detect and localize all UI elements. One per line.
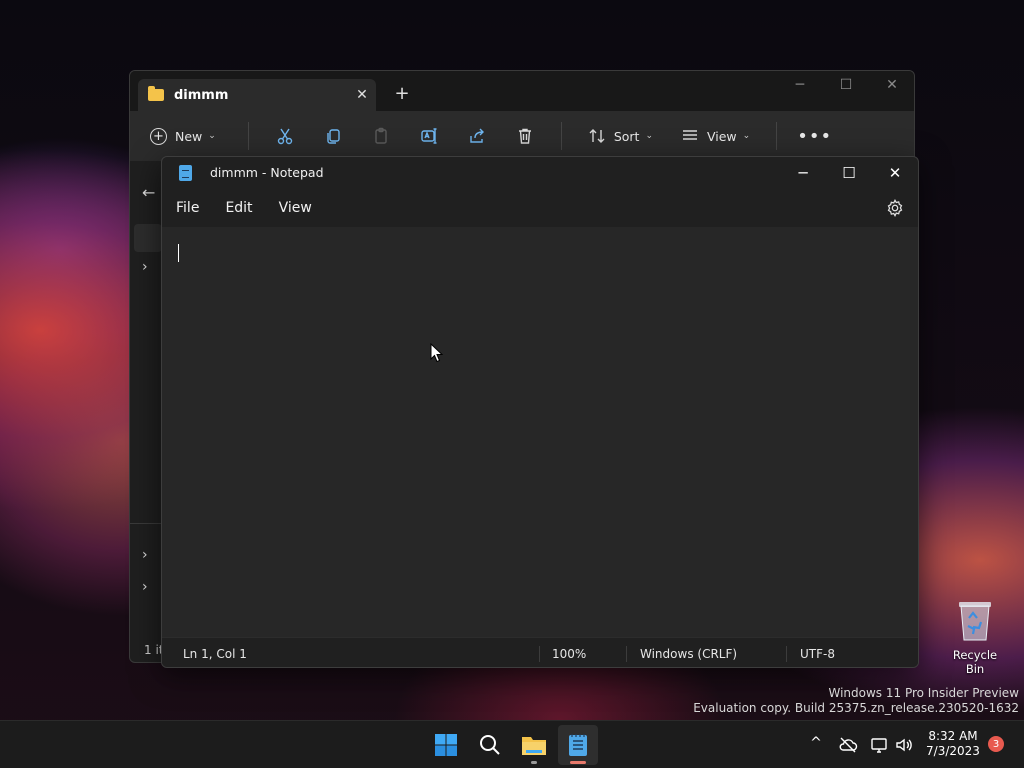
menu-edit[interactable]: Edit <box>217 194 260 222</box>
new-tab-button[interactable]: + <box>392 83 412 104</box>
clock-time: 8:32 AM <box>928 729 978 743</box>
taskbar-notepad[interactable] <box>558 725 598 765</box>
watermark-line-2: Evaluation copy. Build 25375.zn_release.… <box>693 701 1019 715</box>
chevron-right-icon[interactable]: › <box>142 259 148 275</box>
rename-button[interactable] <box>405 127 453 145</box>
start-icon <box>435 734 457 756</box>
taskbar-file-explorer[interactable] <box>514 725 554 765</box>
new-button-label: New <box>175 128 203 144</box>
running-indicator <box>531 761 537 764</box>
explorer-tab-bar: dimmm ✕ + ─ ☐ ✕ <box>130 71 914 111</box>
sort-button-label: Sort <box>613 128 640 144</box>
notepad-window[interactable]: dimmm - Notepad ─ ☐ ✕ File Edit View Ln … <box>161 156 919 668</box>
view-button[interactable]: View ⌄ <box>681 129 750 144</box>
scissors-icon <box>277 128 293 145</box>
tab-close-button[interactable]: ✕ <box>348 87 376 103</box>
text-editor-area[interactable] <box>162 227 918 637</box>
menu-view[interactable]: View <box>271 194 320 222</box>
explorer-maximize-button[interactable]: ☐ <box>834 77 858 93</box>
nav-divider <box>130 523 162 524</box>
taskbar: ^ 8:32 AM 7/3/2023 <box>0 720 1024 768</box>
encoding: UTF-8 <box>800 647 835 661</box>
maximize-button[interactable]: ☐ <box>826 157 872 189</box>
line-ending: Windows (CRLF) <box>640 647 738 661</box>
status-divider <box>539 646 540 662</box>
notepad-caption-buttons: ─ ☐ ✕ <box>780 157 918 189</box>
clipboard-icon <box>375 127 387 144</box>
explorer-tab[interactable]: dimmm ✕ <box>138 79 376 111</box>
copy-button[interactable] <box>309 127 357 145</box>
chevron-down-icon: ⌄ <box>742 131 751 141</box>
share-icon <box>470 128 484 143</box>
recycle-bin-label: Recycle Bin <box>952 648 998 676</box>
text-caret <box>178 244 179 262</box>
rename-icon <box>421 128 437 144</box>
evaluation-watermark: Windows 11 Pro Insider Preview Evaluatio… <box>693 686 1019 716</box>
view-button-label: View <box>706 128 737 144</box>
minimize-button[interactable]: ─ <box>780 157 826 189</box>
settings-gear-icon[interactable] <box>886 199 904 217</box>
start-button[interactable] <box>426 725 466 765</box>
watermark-line-1: Windows 11 Pro Insider Preview <box>828 686 1019 700</box>
new-button[interactable]: + New ⌄ <box>150 127 216 145</box>
chevron-down-icon: ⌄ <box>208 131 216 141</box>
explorer-minimize-button[interactable]: ─ <box>788 77 812 93</box>
explorer-caption-buttons: ─ ☐ ✕ <box>788 77 904 93</box>
cut-button[interactable] <box>261 127 309 145</box>
system-clock[interactable]: 8:32 AM 7/3/2023 <box>920 729 986 759</box>
explorer-nav-pane: ← › › › <box>130 161 162 662</box>
zoom-level: 100% <box>552 647 587 661</box>
network-icon[interactable] <box>870 735 890 755</box>
menu-file[interactable]: File <box>168 194 207 222</box>
chevron-down-icon: ⌄ <box>645 131 653 141</box>
share-button[interactable] <box>453 127 501 145</box>
volume-icon[interactable] <box>894 735 914 755</box>
status-divider <box>626 646 627 662</box>
copy-icon <box>327 129 340 144</box>
cloud-offline-icon[interactable] <box>838 735 858 755</box>
sort-button[interactable]: Sort ⌄ <box>588 128 653 144</box>
toolbar-divider <box>247 122 249 150</box>
mouse-pointer-icon <box>430 343 444 363</box>
folder-icon <box>148 86 164 101</box>
window-title: dimmm - Notepad <box>210 165 324 180</box>
notification-badge[interactable]: 3 <box>988 736 1004 752</box>
close-button[interactable]: ✕ <box>872 157 918 189</box>
notepad-app-icon <box>179 165 192 181</box>
plus-circle-icon: + <box>150 127 167 145</box>
toolbar-divider <box>560 122 562 150</box>
explorer-command-bar: + New ⌄ Sort ⌄ View ⌄ ••• <box>130 111 914 161</box>
explorer-tab-title: dimmm <box>174 87 229 103</box>
chevron-right-icon[interactable]: › <box>142 579 148 595</box>
sort-icon <box>589 129 605 143</box>
active-indicator <box>570 761 586 764</box>
recycle-bin-shortcut[interactable]: Recycle Bin <box>944 598 1006 676</box>
delete-button[interactable] <box>501 127 549 145</box>
notepad-title-bar[interactable]: dimmm - Notepad ─ ☐ ✕ <box>162 157 918 189</box>
notepad-status-bar: Ln 1, Col 1 100% Windows (CRLF) UTF-8 <box>162 637 918 667</box>
explorer-close-button[interactable]: ✕ <box>880 77 904 93</box>
more-options-button[interactable]: ••• <box>797 126 832 147</box>
nav-selected-row[interactable] <box>134 224 162 252</box>
status-divider <box>786 646 787 662</box>
trash-icon <box>518 128 531 144</box>
search-icon <box>480 735 500 755</box>
show-hidden-icons-button[interactable]: ^ <box>806 735 826 751</box>
notepad-icon <box>569 734 587 756</box>
chevron-right-icon[interactable]: › <box>142 547 148 563</box>
back-arrow-icon[interactable]: ← <box>142 183 155 202</box>
clock-date: 7/3/2023 <box>926 744 980 758</box>
file-explorer-icon <box>522 737 546 755</box>
paste-button[interactable] <box>357 127 405 145</box>
recycle-bin-icon <box>959 602 991 641</box>
cursor-position: Ln 1, Col 1 <box>183 647 247 661</box>
view-list-icon <box>682 130 697 140</box>
search-button[interactable] <box>470 725 510 765</box>
notepad-menu-bar: File Edit View <box>162 189 918 227</box>
toolbar-divider <box>776 122 778 150</box>
